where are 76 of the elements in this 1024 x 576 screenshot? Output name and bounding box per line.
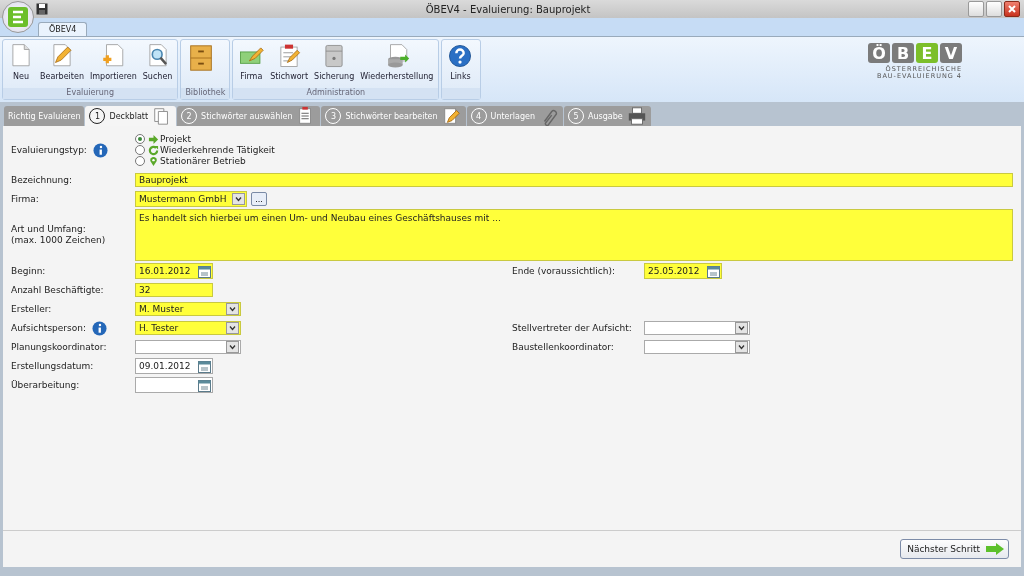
ribbon-button[interactable]: Importieren — [87, 42, 139, 86]
field-label: Evaluierungstyp: — [11, 144, 87, 156]
pin-icon — [148, 155, 159, 167]
calendar-icon[interactable] — [707, 264, 720, 278]
browse-button[interactable]: ... — [251, 192, 267, 206]
dropdown[interactable]: Mustermann GmbH — [135, 191, 247, 207]
chevron-down-icon — [232, 193, 245, 205]
ribbon-button[interactable]: Firma — [236, 42, 267, 86]
calendar-icon[interactable] — [198, 264, 211, 278]
dropdown[interactable] — [644, 340, 750, 354]
ribbon-button[interactable]: Neu — [6, 42, 36, 86]
help-icon — [447, 43, 474, 69]
field-label: Ende (voraussichtlich): — [512, 265, 616, 277]
radio-button[interactable] — [135, 134, 145, 144]
ribbon-button[interactable]: Suchen — [140, 42, 175, 86]
field-label: Beginn: — [11, 265, 46, 277]
chevron-down-icon — [226, 322, 239, 334]
text-area[interactable]: Es handelt sich hierbei um einen Um- und Neubau eines Geschäftshauses mit ... — [135, 209, 1013, 261]
radio-button[interactable] — [135, 156, 145, 166]
chevron-down-icon — [735, 341, 748, 353]
ribbon-button[interactable]: Stichwort — [268, 42, 311, 86]
ribbon-button[interactable]: Sicherung — [312, 42, 357, 86]
group-label: Administration — [233, 88, 439, 99]
text-field[interactable]: Bauprojekt — [135, 173, 1013, 187]
save-icon[interactable] — [36, 3, 48, 15]
radio-button[interactable] — [135, 145, 145, 155]
logo-letter: B — [892, 43, 914, 63]
field-label: Planungskoordinator: — [11, 341, 107, 353]
date-field[interactable]: 09.01.2012 — [135, 358, 213, 374]
chevron-down-icon — [226, 341, 239, 353]
close-button[interactable] — [1004, 1, 1020, 17]
date-field[interactable]: 25.05.2012 — [644, 263, 722, 279]
info-icon[interactable] — [92, 142, 108, 158]
dropdown[interactable] — [644, 321, 750, 335]
date-field[interactable]: 16.01.2012 — [135, 263, 213, 279]
field-label: Erstellungsdatum: — [11, 360, 94, 372]
text-field[interactable]: 32 — [135, 283, 213, 297]
minimize-button[interactable] — [968, 1, 984, 17]
field-label: Bezeichnung: — [11, 174, 72, 186]
field-label: Stellvertreter der Aufsicht: — [512, 322, 632, 334]
radio-option[interactable]: Projekt — [135, 133, 275, 145]
refresh-icon — [148, 144, 159, 156]
date-field[interactable] — [135, 377, 213, 393]
pencil-icon — [441, 106, 462, 126]
dropdown[interactable]: M. Muster — [135, 302, 241, 316]
group-label: Evaluierung — [3, 88, 178, 99]
radio-option[interactable]: Stationärer Betrieb — [135, 155, 275, 167]
calendar-icon[interactable] — [198, 359, 211, 373]
group-footer — [442, 88, 481, 99]
field-label: Firma: — [11, 193, 39, 205]
logo-letter: Ö — [868, 43, 890, 63]
ribbon-button[interactable]: Links — [445, 42, 476, 86]
field-label: Ersteller: — [11, 303, 52, 315]
ribbon-tab[interactable]: ÖBEV4 — [38, 22, 88, 36]
ribbon-button[interactable]: Bearbeiten — [38, 42, 86, 86]
radio-option[interactable]: Wiederkehrende Tätigkeit — [135, 144, 275, 156]
step-tab[interactable]: 1 Deckblatt — [85, 106, 177, 126]
field-label: Überarbeitung: — [11, 379, 80, 391]
logo-letter: V — [940, 43, 962, 63]
next-step-button[interactable]: Nächster Schritt — [900, 539, 1009, 559]
field-label: Aufsichtsperson: — [11, 322, 86, 334]
chevron-down-icon — [226, 303, 239, 315]
ribbon-button[interactable]: Wiederherstellung — [358, 42, 436, 86]
field-label: Anzahl Beschäftigte: — [11, 284, 104, 296]
window-title: ÖBEV4 - Evaluierung: Bauprojekt — [425, 3, 591, 15]
group-label: Bibliothek — [181, 88, 230, 99]
info-icon[interactable] — [92, 320, 107, 336]
calendar-icon[interactable] — [198, 378, 211, 392]
arrow-icon — [148, 133, 159, 145]
field-label: Baustellenkoordinator: — [512, 341, 614, 353]
field-label: Art und Umfang: (max. 1000 Zeichen) — [11, 224, 106, 246]
arrow-right-icon — [986, 543, 1004, 555]
dropdown[interactable]: H. Tester — [135, 321, 241, 335]
chevron-down-icon — [735, 322, 748, 334]
logo-letter: E — [916, 43, 938, 63]
dropdown[interactable] — [135, 340, 241, 354]
